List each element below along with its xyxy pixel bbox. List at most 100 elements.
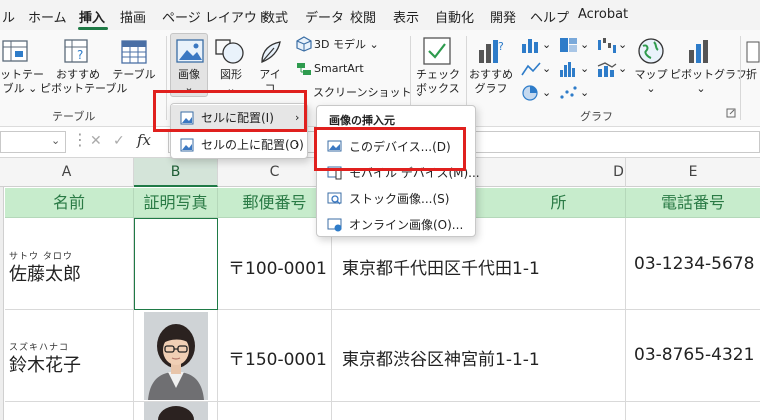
picture-button[interactable]: 画像 ⌄ [170,33,208,97]
cell-address-2[interactable]: 東京都渋谷区神宮前1-1-1 [332,310,626,402]
address: 東京都千代田区千代田1-1 [342,259,540,279]
map-label: マップ [634,68,668,81]
icons-icon [261,41,281,63]
pie-chart-caret-icon[interactable]: ⌄ [542,86,551,99]
cell-name-1[interactable]: サトウ タロウ 佐藤太郎 [5,218,134,310]
column-header-a[interactable]: A [0,158,134,187]
header-cell-zip[interactable]: 郵便番号 [218,188,332,218]
combo-chart-caret-icon[interactable]: ⌄ [618,62,627,75]
cell-zip-2[interactable]: 〒150-0001 [218,310,332,402]
stock-images-icon [327,192,342,205]
id-photo-image[interactable] [144,402,208,420]
header-cell-name[interactable]: 名前 [5,188,134,218]
name-box[interactable]: ⌄ [0,131,66,153]
menu-item-online-pictures[interactable]: オンライン画像(O)... [317,212,475,238]
cell-zip-1[interactable]: 〒100-0001 [218,218,332,310]
cell-photo-3[interactable] [134,402,218,420]
sparkline-icon [746,41,760,63]
more-icon: ⋮ [72,130,88,149]
highlight-box-this-device [314,127,466,171]
statistic-chart-icon[interactable] [558,60,580,78]
checkbox-label: チェック [416,68,460,81]
line-chart-caret-icon[interactable]: ⌄ [542,62,551,75]
sparkline-label: 折 [746,68,757,81]
place-over-cells-label: セルの上に配置(O) [201,138,304,152]
dialog-launcher-icon[interactable] [726,108,736,118]
cell-name-3[interactable] [5,402,134,420]
tab-draw[interactable]: 描画 [120,7,146,26]
tab-file[interactable]: ル [2,7,15,26]
picture-icon [176,39,204,63]
highlight-box-place-in-cell [153,90,307,132]
menu-item-stock-images[interactable]: ストック画像...(S) [317,186,475,212]
statistic-chart-caret-icon[interactable]: ⌄ [580,62,589,75]
zip-code: 〒150-0001 [228,350,327,370]
phone-number: 03-1234-5678 [634,254,755,274]
cell-photo-1-selected[interactable] [134,218,218,310]
waterfall-chart-icon[interactable] [596,36,618,54]
cell-photo-2[interactable] [134,310,218,402]
insert-function-icon[interactable]: fx [137,131,151,149]
column-chart-icon[interactable] [520,36,542,54]
stock-images-label: ストック画像...(S) [349,192,450,206]
pivot-table-label: ットテー [0,68,44,81]
tab-help[interactable]: ヘルプ [530,7,569,26]
zip-code: 〒100-0001 [228,259,327,279]
cancel-icon[interactable]: ✕ [90,133,102,149]
hierarchy-chart-caret-icon[interactable]: ⌄ [580,38,589,51]
ribbon-tab-bar: ル ホーム 挿入 描画 ページ レイアウト 数式 データ 校閲 表示 自動化 開… [0,0,760,30]
tab-developer[interactable]: 開発 [490,7,516,26]
tab-review[interactable]: 校閲 [350,7,376,26]
cell-phone-1[interactable]: 03-1234-5678 [626,218,760,310]
tab-insert[interactable]: 挿入 [79,7,105,26]
svg-text:?: ? [498,40,504,53]
pivot-table-label-2: ブル ⌄ [2,82,38,95]
recommended-pivot-icon: ? [64,39,88,63]
3d-model-label: 3D モデル ⌄ [314,38,379,51]
name-box-dropdown-icon[interactable]: ⌄ [51,134,60,147]
tab-data[interactable]: データ [305,7,344,26]
combo-chart-icon[interactable] [596,60,618,78]
tab-automate[interactable]: 自動化 [435,7,474,26]
id-photo-image[interactable] [144,312,208,400]
scatter-chart-caret-icon[interactable]: ⌄ [580,86,589,99]
pivot-chart-caret: ⌄ [696,82,706,95]
recommended-pivot-label: おすすめ [56,68,100,81]
tab-page-layout[interactable]: ページ レイアウト [162,7,270,26]
column-chart-caret-icon[interactable]: ⌄ [542,38,551,51]
checkbox-label-2: ボックス [416,82,460,95]
smartart-icon [297,63,311,75]
hierarchy-chart-icon[interactable] [558,36,580,54]
submenu-arrow-icon: › [295,138,300,151]
tab-formulas[interactable]: 数式 [262,7,288,26]
scatter-chart-icon[interactable] [558,84,580,102]
tab-acrobat[interactable]: Acrobat [578,7,628,22]
cell-name-2[interactable]: スズキハナコ 鈴木花子 [5,310,134,402]
column-header-e[interactable]: E [626,158,760,187]
map-caret: ⌄ [646,82,656,95]
picture-label: 画像 [178,68,200,81]
svg-text:?: ? [77,48,83,62]
header-cell-phone[interactable]: 電話番号 [626,188,760,218]
tab-home[interactable]: ホーム [28,7,67,26]
pie-chart-icon[interactable] [520,84,542,102]
column-header-b[interactable]: B [134,158,218,187]
waterfall-chart-caret-icon[interactable]: ⌄ [618,38,627,51]
insert-picture-from-menu: 画像の挿入元 このデバイス...(D) モバイル デバイス(M)... ストック… [316,105,480,238]
cell-phone-2[interactable]: 03-8765-4321 [626,310,760,402]
table-label: テーブル [112,68,156,81]
header-cell-photo[interactable]: 証明写真 [134,188,218,218]
recommended-charts-label: おすすめ [469,68,513,81]
recommended-charts-label-2: グラフ [474,82,508,95]
enter-icon[interactable]: ✓ [113,133,125,149]
cell-zip-3[interactable] [218,402,332,420]
smartart-label: SmartArt [314,62,364,75]
menu-item-place-over-cells[interactable]: セルの上に配置(O) › [171,132,307,158]
map-icon [638,38,664,64]
pivot-table-icon [2,40,28,62]
row-header-strip [0,187,4,420]
tab-view[interactable]: 表示 [393,7,419,26]
cell-address-3[interactable] [332,402,626,420]
recommended-pivot-label-2: ピボットテーブル [40,82,128,95]
line-chart-icon[interactable] [520,60,542,78]
